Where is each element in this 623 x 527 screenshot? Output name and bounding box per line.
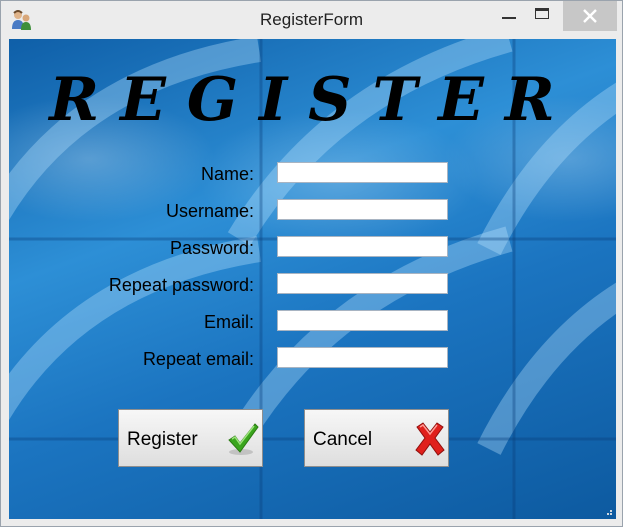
name-row: Name: [9, 161, 616, 185]
password-row: Password: [9, 235, 616, 259]
close-icon [583, 9, 597, 23]
password-input[interactable] [277, 236, 448, 257]
username-row: Username: [9, 198, 616, 222]
email-row: Email: [9, 309, 616, 333]
repeat-password-row: Repeat password: [9, 272, 616, 296]
register-button-label: Register [127, 429, 198, 450]
name-label: Name: [200, 164, 254, 184]
email-label: Email: [203, 312, 254, 332]
title-bar[interactable]: RegisterForm [1, 1, 622, 39]
register-window: RegisterForm REGISTER Name: Username: Pa… [0, 0, 623, 527]
cancel-button[interactable]: Cancel [304, 409, 449, 467]
register-button[interactable]: Register [118, 409, 263, 467]
maximize-button[interactable] [519, 1, 565, 31]
red-x-icon [415, 422, 445, 456]
close-button[interactable] [563, 1, 617, 31]
form-area: REGISTER Name: Username: Password: Repea… [9, 39, 616, 519]
username-label: Username: [165, 201, 254, 221]
repeat-email-row: Repeat email: [9, 346, 616, 370]
repeat-email-input[interactable] [277, 347, 448, 368]
name-input[interactable] [277, 162, 448, 183]
repeat-password-label: Repeat password: [108, 275, 254, 295]
cancel-button-label: Cancel [313, 429, 373, 450]
repeat-password-input[interactable] [277, 273, 448, 294]
email-input[interactable] [277, 310, 448, 331]
register-heading: REGISTER [49, 65, 576, 135]
password-label: Password: [169, 238, 254, 258]
resize-grip-icon[interactable] [603, 506, 613, 516]
username-input[interactable] [277, 199, 448, 220]
green-checkmark-icon [228, 423, 259, 455]
repeat-email-label: Repeat email: [142, 349, 254, 369]
